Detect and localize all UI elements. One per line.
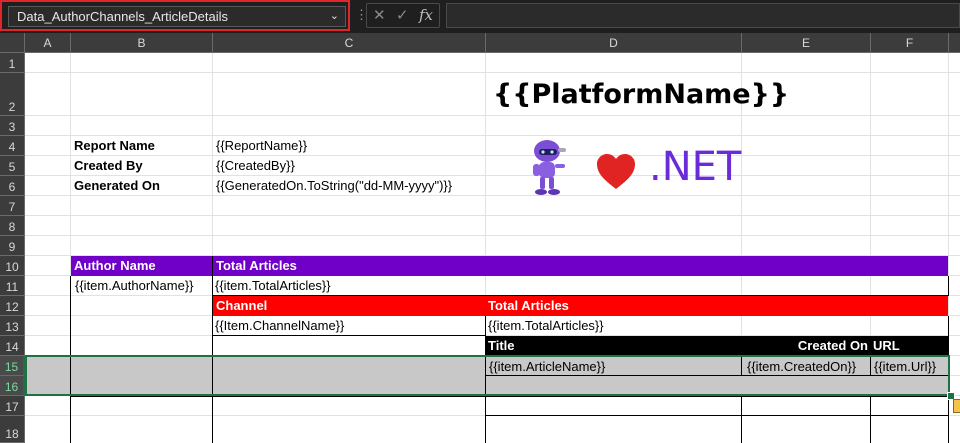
- channel-total-articles-header[interactable]: Total Articles: [485, 296, 948, 316]
- insert-function-icon[interactable]: fx: [419, 6, 433, 24]
- formula-input[interactable]: [446, 3, 960, 28]
- generated-on-value[interactable]: {{GeneratedOn.ToString("dd-MM-yyyy")}}: [213, 176, 485, 196]
- row-header-8[interactable]: 8: [0, 216, 25, 236]
- selection-outline: [25, 355, 950, 396]
- name-box[interactable]: Data_AuthorChannels_ArticleDetails ⌄: [8, 6, 346, 27]
- row-header-1[interactable]: 1: [0, 53, 25, 73]
- formula-bar: Data_AuthorChannels_ArticleDetails ⌄ ⋮ ✕…: [0, 0, 960, 33]
- title-header[interactable]: Title: [485, 336, 741, 356]
- formula-buttons: ✕ ✓ fx: [366, 3, 440, 28]
- row-header-13[interactable]: 13: [0, 316, 25, 336]
- row-header-5[interactable]: 5: [0, 156, 25, 176]
- row-header-18[interactable]: 18: [0, 416, 25, 443]
- worksheet-grid[interactable]: {{PlatformName}} .NET Report Name {{Repo…: [25, 53, 960, 443]
- row-header-10[interactable]: 10: [0, 256, 25, 276]
- row-header-2[interactable]: 2: [0, 73, 25, 116]
- column-header-g[interactable]: [949, 33, 960, 53]
- report-name-value[interactable]: {{ReportName}}: [213, 136, 485, 156]
- created-by-label: Created By: [74, 158, 143, 173]
- column-header-e[interactable]: E: [742, 33, 871, 53]
- name-box-highlight: Data_AuthorChannels_ArticleDetails ⌄: [0, 0, 350, 31]
- column-header-d[interactable]: D: [486, 33, 742, 53]
- author-name-header[interactable]: Author Name: [71, 256, 213, 276]
- created-by-value[interactable]: {{CreatedBy}}: [213, 156, 485, 176]
- heart-icon: [595, 153, 637, 196]
- cancel-icon[interactable]: ✕: [373, 6, 386, 24]
- row-header-11[interactable]: 11: [0, 276, 25, 296]
- created-on-header[interactable]: Created On: [741, 336, 870, 356]
- total-articles-header[interactable]: Total Articles: [213, 256, 948, 276]
- dotnet-logo-text: .NET: [649, 144, 742, 190]
- dotnet-bot-icon: [525, 137, 585, 202]
- report-name-label: Report Name: [74, 138, 155, 153]
- row-header-7[interactable]: 7: [0, 196, 25, 216]
- row-header-15[interactable]: 15: [0, 356, 25, 376]
- column-header-c[interactable]: C: [213, 33, 486, 53]
- row-header-17[interactable]: 17: [0, 396, 25, 416]
- column-header-b[interactable]: B: [71, 33, 213, 53]
- generated-on-label: Generated On: [74, 178, 160, 193]
- channel-header[interactable]: Channel: [213, 296, 485, 316]
- row-header-4[interactable]: 4: [0, 136, 25, 156]
- author-name-value[interactable]: {{item.AuthorName}}: [70, 276, 213, 296]
- quick-analysis-icon[interactable]: [953, 399, 960, 413]
- row-header-9[interactable]: 9: [0, 236, 25, 256]
- row-header-16[interactable]: 16: [0, 376, 25, 396]
- name-box-value: Data_AuthorChannels_ArticleDetails: [17, 9, 229, 24]
- channel-total-articles-value[interactable]: {{item.TotalArticles}}: [485, 316, 949, 336]
- row-header-3[interactable]: 3: [0, 116, 25, 136]
- column-header-a[interactable]: A: [25, 33, 71, 53]
- row-header-12[interactable]: 12: [0, 296, 25, 316]
- channel-name-value[interactable]: {{Item.ChannelName}}: [212, 316, 486, 336]
- enter-icon[interactable]: ✓: [396, 6, 409, 24]
- url-header[interactable]: URL: [870, 336, 948, 356]
- column-header-f[interactable]: F: [871, 33, 949, 53]
- chevron-down-icon[interactable]: ⌄: [330, 7, 339, 26]
- platform-name-title: {{PlatformName}}: [493, 79, 790, 110]
- row-header-14[interactable]: 14: [0, 336, 25, 356]
- total-articles-value[interactable]: {{item.TotalArticles}}: [212, 276, 949, 296]
- select-all-corner[interactable]: [0, 33, 25, 53]
- row-header-6[interactable]: 6: [0, 176, 25, 196]
